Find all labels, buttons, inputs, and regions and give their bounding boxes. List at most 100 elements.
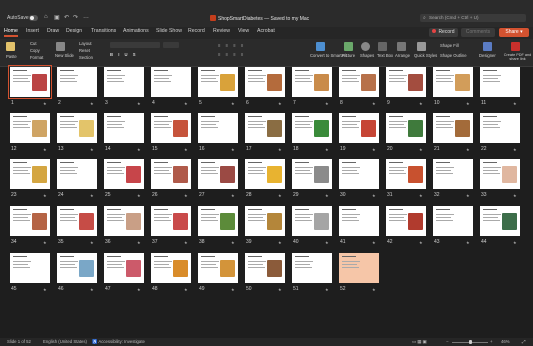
zoom-in-icon[interactable]: +	[490, 339, 493, 344]
slide-thumbnail[interactable]	[151, 67, 191, 97]
section-button[interactable]: Section	[79, 55, 93, 60]
star-icon[interactable]: ★	[90, 101, 94, 106]
slide-thumbnail[interactable]	[151, 159, 191, 189]
slide-thumbnail[interactable]	[292, 253, 332, 283]
format-painter-button[interactable]: Format	[30, 55, 43, 60]
zoom-slider-handle[interactable]	[469, 340, 472, 344]
paste-label[interactable]: Paste	[6, 54, 17, 59]
reset-button[interactable]: Reset	[79, 48, 90, 53]
search-input[interactable]: ⌕ Search (Cmd + Ctrl + U)	[420, 14, 526, 22]
shapes-icon[interactable]	[361, 42, 370, 51]
star-icon[interactable]: ★	[43, 193, 47, 198]
star-icon[interactable]: ★	[513, 147, 517, 152]
star-icon[interactable]: ★	[137, 240, 141, 245]
smartart-icon[interactable]	[316, 42, 325, 51]
designer-icon[interactable]	[483, 42, 492, 51]
undo-icon[interactable]: ↶	[64, 14, 69, 21]
slide-thumbnail[interactable]	[339, 206, 379, 236]
tab-animations[interactable]: Animations	[123, 28, 149, 34]
star-icon[interactable]: ★	[231, 240, 235, 245]
star-icon[interactable]: ★	[325, 147, 329, 152]
more-icon[interactable]: …	[83, 14, 89, 20]
slide-thumbnail[interactable]	[386, 113, 426, 143]
slide-thumbnail[interactable]	[151, 206, 191, 236]
slide-thumbnail[interactable]	[339, 113, 379, 143]
star-icon[interactable]: ★	[419, 240, 423, 245]
tab-record[interactable]: Record	[188, 28, 205, 34]
star-icon[interactable]: ★	[184, 287, 188, 292]
slide-thumbnail[interactable]	[433, 159, 473, 189]
slide-thumbnail[interactable]	[480, 206, 520, 236]
star-icon[interactable]: ★	[231, 193, 235, 198]
star-icon[interactable]: ★	[513, 240, 517, 245]
slide-thumbnail[interactable]	[433, 67, 473, 97]
star-icon[interactable]: ★	[325, 101, 329, 106]
star-icon[interactable]: ★	[466, 101, 470, 106]
star-icon[interactable]: ★	[466, 193, 470, 198]
shape-fill-button[interactable]: Shape Fill	[440, 43, 459, 48]
copy-button[interactable]: Copy	[30, 48, 40, 53]
slide-thumbnail[interactable]	[386, 159, 426, 189]
star-icon[interactable]: ★	[372, 240, 376, 245]
star-icon[interactable]: ★	[325, 193, 329, 198]
slide-thumbnail[interactable]	[57, 67, 97, 97]
star-icon[interactable]: ★	[325, 240, 329, 245]
slide-thumbnail[interactable]	[10, 206, 50, 236]
star-icon[interactable]: ★	[43, 287, 47, 292]
star-icon[interactable]: ★	[184, 240, 188, 245]
slide-thumbnail[interactable]	[198, 113, 238, 143]
tab-design[interactable]: Design	[66, 28, 82, 34]
slide-thumbnail[interactable]	[433, 113, 473, 143]
star-icon[interactable]: ★	[419, 147, 423, 152]
star-icon[interactable]: ★	[184, 193, 188, 198]
slide-thumbnail[interactable]	[198, 206, 238, 236]
star-icon[interactable]: ★	[466, 147, 470, 152]
slide-thumbnail[interactable]	[339, 159, 379, 189]
slide-thumbnail[interactable]	[292, 206, 332, 236]
star-icon[interactable]: ★	[137, 287, 141, 292]
star-icon[interactable]: ★	[43, 240, 47, 245]
slide-thumbnail[interactable]	[245, 253, 285, 283]
text-box-label[interactable]: Text Box	[377, 53, 393, 58]
text-box-icon[interactable]	[378, 42, 387, 51]
save-icon[interactable]: ▣	[54, 14, 60, 21]
star-icon[interactable]: ★	[90, 147, 94, 152]
layout-button[interactable]: Layout	[79, 41, 92, 46]
slide-thumbnail[interactable]	[104, 67, 144, 97]
tab-slide-show[interactable]: Slide Show	[156, 28, 182, 34]
star-icon[interactable]: ★	[137, 193, 141, 198]
star-icon[interactable]: ★	[325, 287, 329, 292]
star-icon[interactable]: ★	[513, 193, 517, 198]
star-icon[interactable]: ★	[43, 101, 47, 106]
tab-review[interactable]: Review	[213, 28, 230, 34]
slide-thumbnail[interactable]	[104, 253, 144, 283]
cut-button[interactable]: Cut	[30, 41, 37, 46]
slide-thumbnail[interactable]	[57, 113, 97, 143]
slide-thumbnail[interactable]	[433, 206, 473, 236]
star-icon[interactable]: ★	[278, 101, 282, 106]
slide-thumbnail[interactable]	[57, 206, 97, 236]
arrange-label[interactable]: Arrange	[395, 53, 410, 58]
slide-thumbnail[interactable]	[104, 206, 144, 236]
tab-acrobat[interactable]: Acrobat	[257, 28, 275, 34]
slide-thumbnail[interactable]	[151, 253, 191, 283]
slide-thumbnail[interactable]	[245, 159, 285, 189]
slide-thumbnail[interactable]	[151, 113, 191, 143]
font-size-select[interactable]	[163, 42, 179, 48]
star-icon[interactable]: ★	[278, 287, 282, 292]
star-icon[interactable]: ★	[184, 147, 188, 152]
arrange-icon[interactable]	[397, 42, 406, 51]
comments-button[interactable]: Comments	[461, 28, 495, 37]
zoom-out-icon[interactable]: −	[446, 339, 449, 344]
star-icon[interactable]: ★	[137, 147, 141, 152]
share-button[interactable]: Share ▾	[499, 28, 529, 37]
language-status[interactable]: English (United States)	[43, 339, 87, 344]
star-icon[interactable]: ★	[137, 101, 141, 106]
tab-transitions[interactable]: Transitions	[91, 28, 116, 34]
fit-slide-icon[interactable]: ⤢	[522, 339, 525, 344]
star-icon[interactable]: ★	[419, 101, 423, 106]
slide-thumbnail[interactable]	[386, 67, 426, 97]
star-icon[interactable]: ★	[90, 193, 94, 198]
slide-thumbnail[interactable]	[339, 67, 379, 97]
star-icon[interactable]: ★	[372, 101, 376, 106]
